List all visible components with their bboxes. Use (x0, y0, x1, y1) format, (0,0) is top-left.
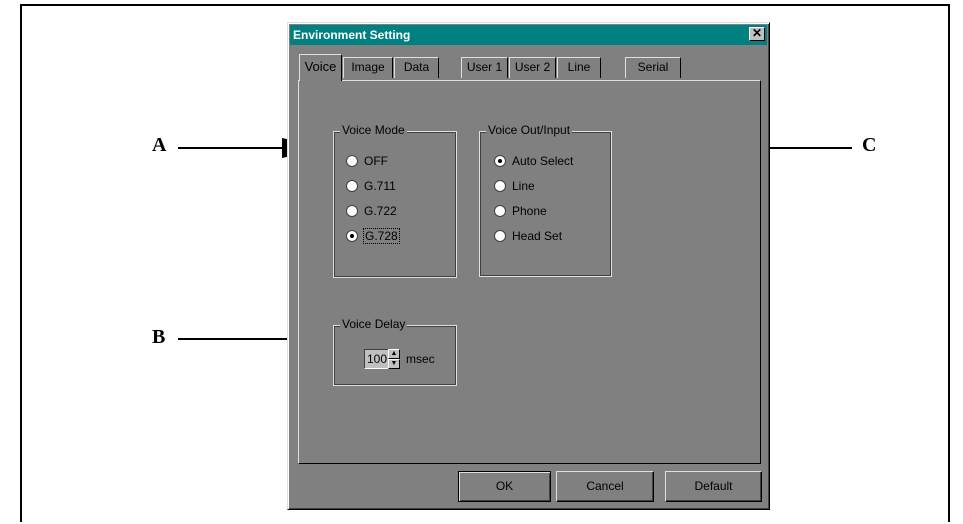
tab-line[interactable]: Line (557, 57, 601, 78)
stepper-down-button[interactable]: ▼ (388, 359, 400, 369)
voice-delay-group: Voice Delay 100 ▲ ▼ msec (333, 317, 457, 386)
stepper-up-button[interactable]: ▲ (388, 349, 400, 359)
dialog-title: Environment Setting (293, 28, 411, 42)
radio-icon (494, 230, 506, 242)
radio-icon (346, 155, 358, 167)
radio-voice-mode-g711[interactable]: G.711 (346, 177, 396, 195)
callout-c-label: C (862, 134, 877, 156)
close-icon: ✕ (751, 26, 763, 40)
radio-phone[interactable]: Phone (494, 202, 547, 220)
tab-voice[interactable]: Voice (299, 54, 342, 81)
arrow-down-icon: ▼ (390, 360, 398, 367)
voice-out-input-group: Voice Out/Input Auto Select Line Phone H… (479, 123, 612, 277)
radio-selected-icon (346, 230, 358, 242)
close-button[interactable]: ✕ (749, 27, 765, 41)
tab-data[interactable]: Data (394, 57, 439, 78)
radio-selected-icon (494, 155, 506, 167)
cancel-button[interactable]: Cancel (556, 471, 654, 502)
radio-voice-mode-g722[interactable]: G.722 (346, 202, 397, 220)
arrow-up-icon: ▲ (390, 350, 398, 357)
voice-mode-legend: Voice Mode (340, 123, 407, 137)
radio-voice-mode-off[interactable]: OFF (346, 152, 388, 170)
radio-icon (494, 180, 506, 192)
voice-tab-panel: Voice Mode OFF G.711 G.722 G.728 Voice O… (298, 80, 761, 464)
voice-mode-group: Voice Mode OFF G.711 G.722 G.728 (333, 123, 457, 278)
default-button[interactable]: Default (665, 471, 762, 502)
radio-icon (346, 205, 358, 217)
voice-delay-unit: msec (406, 352, 435, 366)
tab-user-2[interactable]: User 2 (509, 57, 556, 78)
ok-button[interactable]: OK (458, 471, 551, 502)
radio-voice-mode-g728[interactable]: G.728 (346, 227, 400, 245)
tab-image[interactable]: Image (343, 57, 393, 78)
voice-delay-stepper: ▲ ▼ (388, 349, 400, 369)
voice-delay-legend: Voice Delay (340, 317, 408, 331)
voice-out-input-legend: Voice Out/Input (486, 123, 573, 137)
voice-delay-input[interactable]: 100 (364, 349, 389, 369)
radio-icon (346, 180, 358, 192)
callout-b-label: B (152, 326, 166, 348)
tab-serial[interactable]: Serial (625, 57, 681, 78)
tab-user-1[interactable]: User 1 (461, 57, 508, 78)
callout-a-label: A (152, 134, 167, 156)
radio-icon (494, 205, 506, 217)
dialog-titlebar: Environment Setting ✕ (290, 25, 767, 45)
environment-setting-dialog: Environment Setting ✕ Voice Image Data U… (287, 22, 770, 510)
radio-line[interactable]: Line (494, 177, 535, 195)
radio-head-set[interactable]: Head Set (494, 227, 562, 245)
radio-auto-select[interactable]: Auto Select (494, 152, 573, 170)
